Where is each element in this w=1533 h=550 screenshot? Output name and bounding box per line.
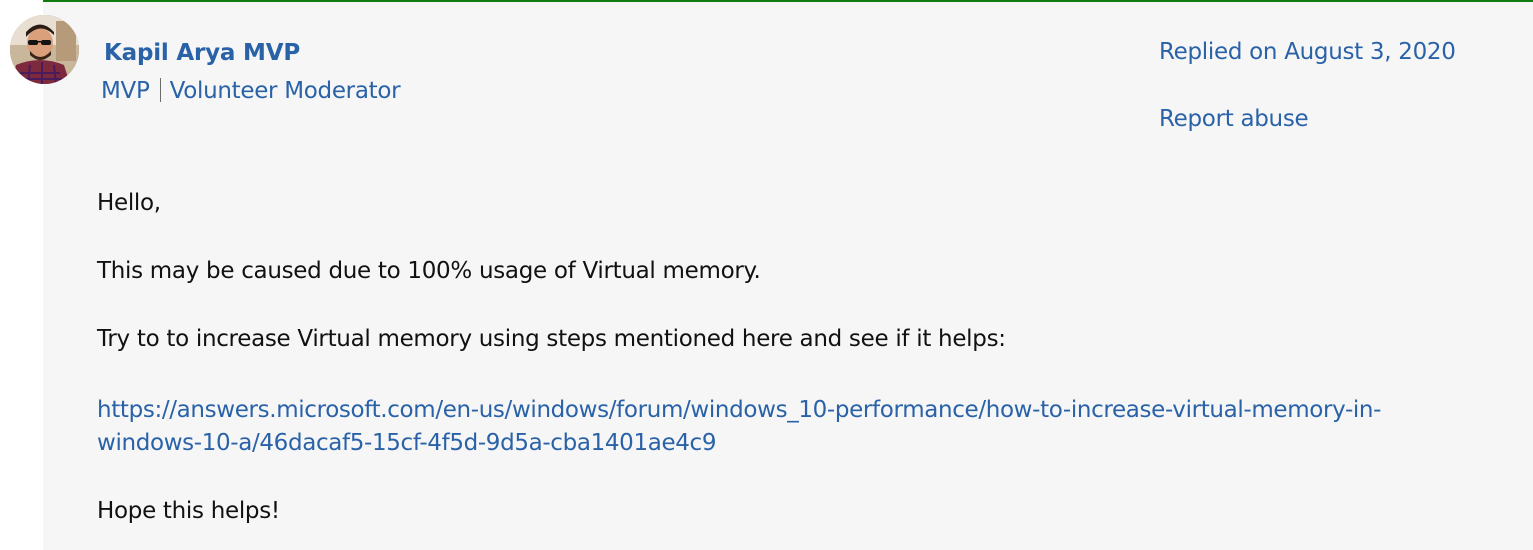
report-abuse-link[interactable]: Report abuse — [1159, 106, 1309, 132]
role-mvp-link[interactable]: MVP — [101, 78, 150, 104]
reply-closing: Hope this helps! — [97, 498, 280, 524]
replied-date-link[interactable]: Replied on August 3, 2020 — [1159, 39, 1456, 65]
reply-link-line-1: https://answers.microsoft.com/en-us/wind… — [97, 397, 1382, 423]
author-name-link[interactable]: Kapil Arya MVP — [104, 40, 300, 66]
reply-reference-link[interactable]: https://answers.microsoft.com/en-us/wind… — [97, 394, 1497, 460]
role-volunteer-moderator-link[interactable]: Volunteer Moderator — [170, 78, 401, 104]
reply-accent-border — [43, 0, 1533, 2]
reply-link-line-2: windows-10-a/46dacaf5-15cf-4f5d-9d5a-cba… — [97, 430, 717, 456]
reply-paragraph-1: This may be caused due to 100% usage of … — [97, 258, 761, 284]
author-roles: MVP Volunteer Moderator — [101, 78, 401, 104]
reply-paragraph-2: Try to to increase Virtual memory using … — [97, 326, 1006, 352]
reply-greeting: Hello, — [97, 190, 161, 216]
avatar-image — [10, 15, 79, 84]
role-separator — [159, 78, 161, 102]
avatar[interactable] — [10, 15, 79, 84]
